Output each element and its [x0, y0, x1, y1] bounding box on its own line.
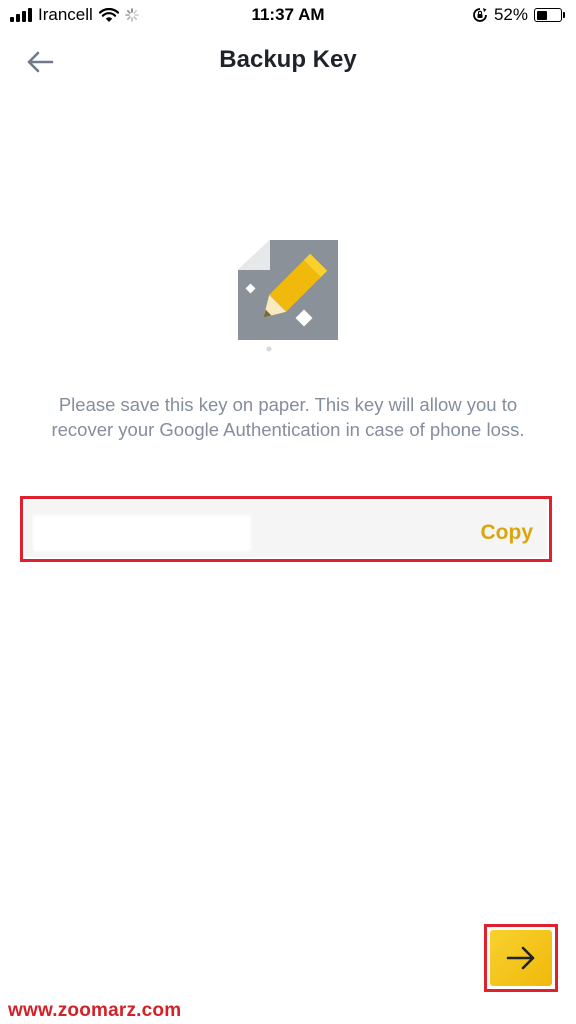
battery-icon [534, 8, 565, 22]
page-title: Backup Key [219, 46, 357, 73]
status-right: 52% [472, 5, 565, 25]
next-button[interactable] [490, 930, 552, 986]
header: Backup Key [0, 38, 576, 82]
watermark: www.zoomarz.com [8, 1000, 182, 1021]
battery-percentage: 52% [493, 5, 528, 24]
status-bar: Irancell 11:37 AM 52% [0, 0, 576, 30]
paper-pencil-icon [232, 236, 344, 356]
orientation-lock-icon [473, 8, 487, 22]
backup-instructions: Please save this key on paper. This key … [51, 394, 525, 440]
backup-key-field: Copy [20, 496, 552, 562]
arrow-right-icon [506, 946, 535, 970]
backup-key-value[interactable] [33, 515, 251, 551]
next-button-highlight [484, 924, 558, 992]
key-field-background: Copy [25, 501, 547, 557]
copy-button[interactable]: Copy [481, 521, 534, 545]
